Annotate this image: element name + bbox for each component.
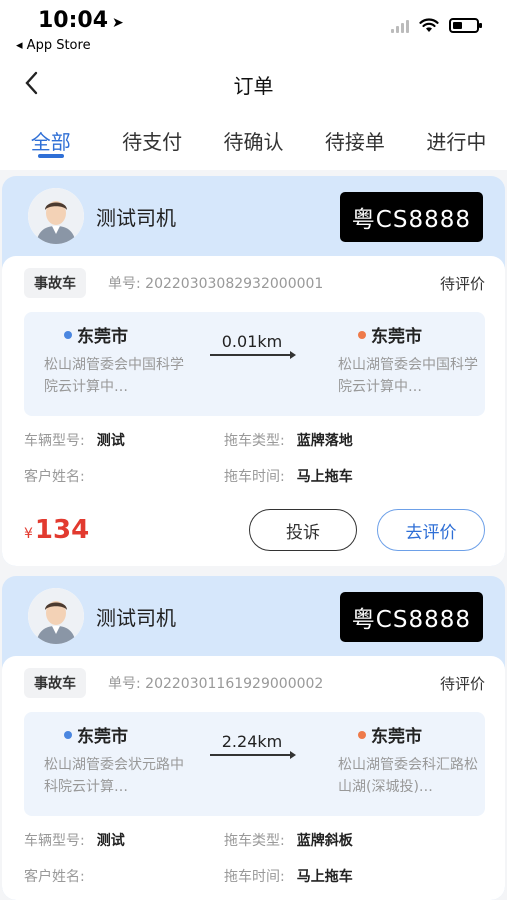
order-body: 事故车 单号: 20220301161929000002 待评价 东莞市 松山湖… (2, 656, 505, 900)
order-number-label: 单号: (108, 276, 141, 292)
order-status: 待评价 (439, 274, 485, 293)
end-city: 东莞市 (358, 322, 422, 347)
tow-type-label: 拖车类型: (224, 833, 285, 849)
distance: 0.01km (210, 332, 296, 359)
start-address: 松山湖管委会中国科学院云计算中… (44, 357, 184, 395)
route-box: 东莞市 松山湖管委会中国科学院云计算中… 0.01km 东莞市 松山湖管委会中国… (24, 312, 485, 416)
price-value: 134 (34, 515, 90, 545)
order-info: 车辆型号: 测试 拖车类型: 蓝牌落地 客户姓名: 拖车时间: 马上拖车 (24, 430, 485, 486)
order-number-value: 20220303082932000001 (145, 276, 324, 292)
route-box: 东莞市 松山湖管委会状元路中科院云计算… 2.24km 东莞市 松山湖管委会科汇… (24, 712, 485, 816)
order-status: 待评价 (439, 674, 485, 693)
order-card[interactable]: 测试司机 粤CS8888 事故车 单号: 2022030308293200000… (2, 176, 505, 566)
order-number-value: 20220301161929000002 (145, 676, 324, 692)
distance-text: 2.24km (221, 732, 283, 751)
back-to-app-link[interactable]: ◂ App Store (16, 38, 91, 53)
review-button[interactable]: 去评价 (377, 509, 485, 551)
vehicle-model-value: 测试 (96, 433, 125, 449)
start-city-text: 东莞市 (77, 727, 128, 747)
license-plate: 粤CS8888 (339, 592, 483, 642)
status-bar: 10:04 ➤ ◂ App Store (0, 0, 507, 58)
order-list: 测试司机 粤CS8888 事故车 单号: 2022030308293200000… (0, 176, 507, 900)
page-title: 订单 (233, 74, 274, 98)
order-number: 单号: 20220303082932000001 (108, 273, 323, 293)
end-city-text: 东莞市 (371, 327, 422, 347)
vehicle-model-value: 测试 (96, 833, 125, 849)
end-city: 东莞市 (358, 722, 422, 747)
back-app-label: App Store (26, 38, 91, 53)
tow-type-value: 蓝牌斜板 (296, 833, 353, 849)
tab-label: 待支付 (122, 130, 183, 154)
driver-avatar (28, 188, 84, 244)
tow-time-value: 马上拖车 (296, 469, 353, 485)
status-time: 10:04 ➤ (38, 8, 124, 33)
tab-all[interactable]: 全部 (0, 108, 101, 170)
license-plate: 粤CS8888 (339, 192, 483, 242)
status-icons (391, 18, 482, 33)
start-dot-icon (64, 730, 72, 739)
driver-name: 测试司机 (96, 606, 176, 630)
driver-header: 测试司机 粤CS8888 (2, 576, 505, 656)
tow-time-value: 马上拖车 (296, 869, 353, 885)
order-number-label: 单号: (108, 676, 141, 692)
tab-label: 进行中 (426, 130, 487, 154)
tow-type-value: 蓝牌落地 (296, 433, 353, 449)
vehicle-tag: 事故车 (24, 668, 86, 698)
distance-text: 0.01km (221, 332, 283, 351)
customer-name-label: 客户姓名: (24, 869, 85, 885)
tab-label: 全部 (30, 130, 71, 154)
tab-pending-accept[interactable]: 待接单 (304, 108, 405, 170)
active-tab-indicator (37, 154, 64, 158)
start-city: 东莞市 (64, 722, 128, 747)
start-city: 东莞市 (64, 322, 128, 347)
distance: 2.24km (210, 732, 296, 759)
currency-symbol: ¥ (24, 526, 33, 542)
location-arrow-icon: ➤ (112, 15, 124, 31)
start-city-text: 东莞市 (77, 327, 128, 347)
tow-time-label: 拖车时间: (224, 469, 285, 485)
driver-header: 测试司机 粤CS8888 (2, 176, 505, 256)
driver-name: 测试司机 (96, 206, 176, 230)
nav-bar: 订单 (0, 58, 507, 108)
order-info: 车辆型号: 测试 拖车类型: 蓝牌斜板 客户姓名: 拖车时间: 马上拖车 (24, 830, 485, 886)
wifi-icon (419, 18, 439, 32)
end-dot-icon (358, 730, 366, 739)
order-card[interactable]: 测试司机 粤CS8888 事故车 单号: 2022030116192900000… (2, 576, 505, 900)
tab-in-progress[interactable]: 进行中 (406, 108, 507, 170)
order-number: 单号: 20220301161929000002 (108, 673, 323, 693)
cellular-signal-icon (391, 19, 409, 33)
tab-label: 待接单 (324, 130, 385, 154)
order-price: ¥134 (24, 515, 89, 545)
order-body: 事故车 单号: 20220303082932000001 待评价 东莞市 松山湖… (2, 256, 505, 566)
order-tabs: 全部 待支付 待确认 待接单 进行中 (0, 108, 507, 170)
tab-pending-payment[interactable]: 待支付 (101, 108, 202, 170)
end-address: 松山湖管委会中国科学院云计算中… (338, 357, 478, 395)
tow-type-label: 拖车类型: (224, 433, 285, 449)
start-dot-icon (64, 330, 72, 339)
end-dot-icon (358, 330, 366, 339)
tow-time-label: 拖车时间: (224, 869, 285, 885)
status-time-text: 10:04 (38, 8, 109, 33)
route-arrow-icon (210, 751, 296, 759)
start-address: 松山湖管委会状元路中科院云计算… (44, 757, 184, 795)
driver-avatar (28, 588, 84, 644)
end-address: 松山湖管委会科汇路松山湖(深城投)… (338, 757, 478, 795)
end-city-text: 东莞市 (371, 727, 422, 747)
tab-pending-confirm[interactable]: 待确认 (203, 108, 304, 170)
route-arrow-icon (210, 351, 296, 359)
customer-name-label: 客户姓名: (24, 469, 85, 485)
complain-button[interactable]: 投诉 (249, 509, 357, 551)
tab-label: 待确认 (223, 130, 284, 154)
vehicle-model-label: 车辆型号: (24, 433, 85, 449)
vehicle-model-label: 车辆型号: (24, 833, 85, 849)
battery-icon (449, 18, 482, 33)
vehicle-tag: 事故车 (24, 268, 86, 298)
